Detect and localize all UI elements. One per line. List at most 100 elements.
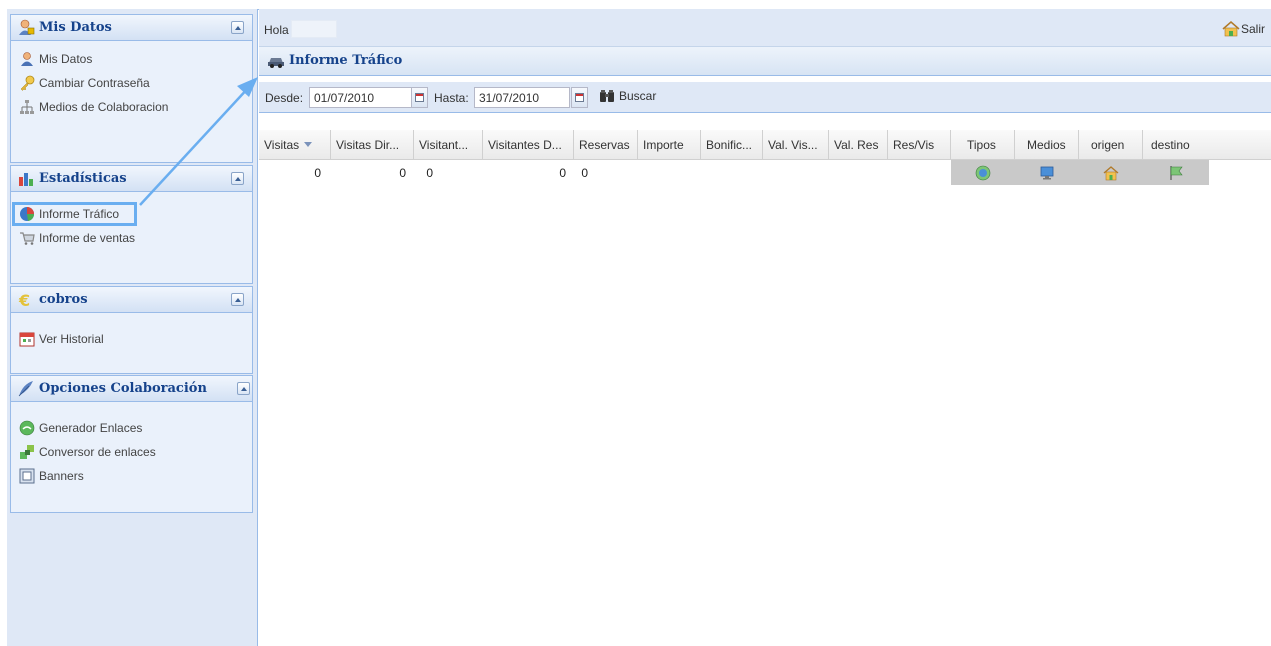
col-header-importe[interactable]: Importe bbox=[638, 130, 701, 159]
bar-chart-icon bbox=[19, 173, 33, 186]
sidebar-item-label: Ver Historial bbox=[39, 332, 104, 346]
cell-importe bbox=[638, 160, 701, 185]
cell-visitas-directas: 0 bbox=[399, 165, 406, 180]
cell-visitantes: 0 bbox=[426, 165, 433, 180]
panel-header-estadisticas[interactable]: Estadísticas bbox=[11, 166, 252, 192]
panel-header-opciones-colaboracion[interactable]: Opciones Colaboración bbox=[11, 376, 252, 402]
sidebar-item-label: Banners bbox=[39, 469, 84, 483]
feather-icon bbox=[18, 381, 33, 397]
user-icon bbox=[21, 52, 33, 66]
cell-destino[interactable] bbox=[1143, 160, 1209, 185]
convert-icon bbox=[20, 445, 34, 459]
report-header: Informe Tráfico bbox=[259, 47, 1271, 76]
sidebar-item-medios-colaboracion[interactable]: Medios de Colaboracion bbox=[11, 95, 252, 119]
calendar-icon bbox=[575, 93, 584, 102]
cell-visitantes-directos: 0 bbox=[559, 165, 566, 180]
grid-header: Visitas Visitas Dir... Visitant... Visit… bbox=[259, 130, 1271, 160]
panel-title: Mis Datos bbox=[39, 20, 112, 35]
top-bar: Hola Salir bbox=[259, 9, 1271, 47]
cell-tipos[interactable] bbox=[951, 160, 1015, 185]
desde-date-picker[interactable] bbox=[411, 87, 428, 108]
col-header-origen[interactable]: origen bbox=[1079, 130, 1143, 159]
col-header-destino[interactable]: destino bbox=[1143, 130, 1209, 159]
sidebar-item-generador-enlaces[interactable]: Generador Enlaces bbox=[11, 416, 252, 440]
panel-header-mis-datos[interactable]: Mis Datos bbox=[11, 15, 252, 41]
cell-visitas: 0 bbox=[314, 165, 321, 180]
cell-bonificacion bbox=[701, 160, 763, 185]
collapse-button[interactable] bbox=[231, 21, 244, 34]
globe-icon bbox=[975, 165, 991, 180]
filter-toolbar: Desde: Hasta: Buscar bbox=[259, 82, 1271, 113]
binoculars-icon bbox=[600, 90, 614, 102]
panel-title: Opciones Colaboración bbox=[39, 381, 207, 396]
hasta-date-input[interactable] bbox=[474, 87, 570, 108]
cell-reservas: 0 bbox=[581, 165, 588, 180]
car-icon bbox=[268, 58, 284, 68]
col-header-visitas-directas[interactable]: Visitas Dir... bbox=[331, 130, 414, 159]
col-header-visitas[interactable]: Visitas bbox=[259, 130, 331, 159]
cell-origen[interactable] bbox=[1079, 160, 1143, 185]
collapse-button[interactable] bbox=[231, 293, 244, 306]
desde-label: Desde: bbox=[265, 91, 304, 105]
col-header-val-vis[interactable]: Val. Vis... bbox=[763, 130, 829, 159]
panel-header-cobros[interactable]: € cobros bbox=[11, 287, 252, 313]
search-label: Buscar bbox=[619, 89, 657, 103]
report-title: Informe Tráfico bbox=[289, 53, 403, 68]
home-exit-icon bbox=[1222, 21, 1240, 37]
sidebar-item-cambiar-contrasena[interactable]: Cambiar Contraseña bbox=[11, 71, 252, 95]
calendar-icon bbox=[415, 93, 424, 102]
col-header-bonificacion[interactable]: Bonific... bbox=[701, 130, 763, 159]
col-header-val-res[interactable]: Val. Res bbox=[829, 130, 888, 159]
collapse-button[interactable] bbox=[237, 382, 250, 395]
col-header-reservas[interactable]: Reservas bbox=[574, 130, 638, 159]
col-header-visitantes[interactable]: Visitant... bbox=[414, 130, 483, 159]
calendar-icon bbox=[19, 332, 35, 347]
traffic-grid: Visitas Visitas Dir... Visitant... Visit… bbox=[259, 130, 1271, 185]
sort-desc-icon bbox=[304, 142, 313, 147]
sidebar-item-label: Informe Tráfico bbox=[39, 207, 120, 221]
panel-cobros: € cobros Ver Historial bbox=[10, 286, 253, 374]
table-row[interactable]: 0 0 0 0 0 bbox=[259, 160, 1271, 185]
hasta-label: Hasta: bbox=[434, 91, 469, 105]
sidebar-item-label: Generador Enlaces bbox=[39, 421, 143, 435]
collapse-button[interactable] bbox=[231, 172, 244, 185]
cell-res-vis bbox=[888, 160, 951, 185]
desde-date-input[interactable] bbox=[309, 87, 413, 108]
banner-icon bbox=[19, 468, 35, 484]
panel-title: Estadísticas bbox=[39, 171, 127, 186]
cell-val-vis bbox=[763, 160, 829, 185]
hasta-date-picker[interactable] bbox=[571, 87, 588, 108]
sidebar-item-banners[interactable]: Banners bbox=[11, 464, 252, 488]
user-lock-icon bbox=[19, 19, 35, 35]
greeting-text: Hola bbox=[264, 23, 289, 37]
username-redacted bbox=[291, 20, 337, 38]
cell-medios[interactable] bbox=[1015, 160, 1079, 185]
logout-button[interactable]: Salir bbox=[1222, 21, 1265, 37]
network-icon bbox=[20, 100, 34, 114]
cart-icon bbox=[20, 232, 35, 245]
key-icon bbox=[20, 75, 35, 91]
sidebar: Mis Datos Mis Datos Cambiar Contraseña M… bbox=[7, 9, 258, 646]
sidebar-item-label: Medios de Colaboracion bbox=[39, 100, 169, 114]
col-header-res-vis[interactable]: Res/Vis bbox=[888, 130, 951, 159]
pie-chart-icon bbox=[20, 207, 35, 221]
svg-text:€: € bbox=[18, 291, 30, 308]
col-header-tipos[interactable]: Tipos bbox=[951, 130, 1015, 159]
sidebar-item-label: Conversor de enlaces bbox=[39, 445, 156, 459]
sidebar-item-ver-historial[interactable]: Ver Historial bbox=[11, 327, 252, 351]
sidebar-item-mis-datos[interactable]: Mis Datos bbox=[11, 47, 252, 71]
monitor-icon bbox=[1040, 166, 1054, 179]
sidebar-item-conversor-enlaces[interactable]: Conversor de enlaces bbox=[11, 440, 252, 464]
col-header-visitantes-directos[interactable]: Visitantes D... bbox=[483, 130, 574, 159]
panel-estadisticas: Estadísticas Informe Tráfico Informe de … bbox=[10, 165, 253, 284]
col-header-medios[interactable]: Medios bbox=[1015, 130, 1079, 159]
flag-icon bbox=[1170, 165, 1183, 180]
euro-icon: € bbox=[18, 291, 30, 308]
panel-mis-datos: Mis Datos Mis Datos Cambiar Contraseña M… bbox=[10, 14, 253, 163]
globe-link-icon bbox=[19, 420, 35, 436]
search-button[interactable]: Buscar bbox=[599, 89, 656, 103]
panel-title: cobros bbox=[39, 292, 88, 307]
sidebar-item-informe-trafico[interactable]: Informe Tráfico bbox=[12, 202, 137, 226]
sidebar-item-informe-ventas[interactable]: Informe de ventas bbox=[11, 226, 252, 250]
panel-opciones-colaboracion: Opciones Colaboración Generador Enlaces … bbox=[10, 375, 253, 513]
